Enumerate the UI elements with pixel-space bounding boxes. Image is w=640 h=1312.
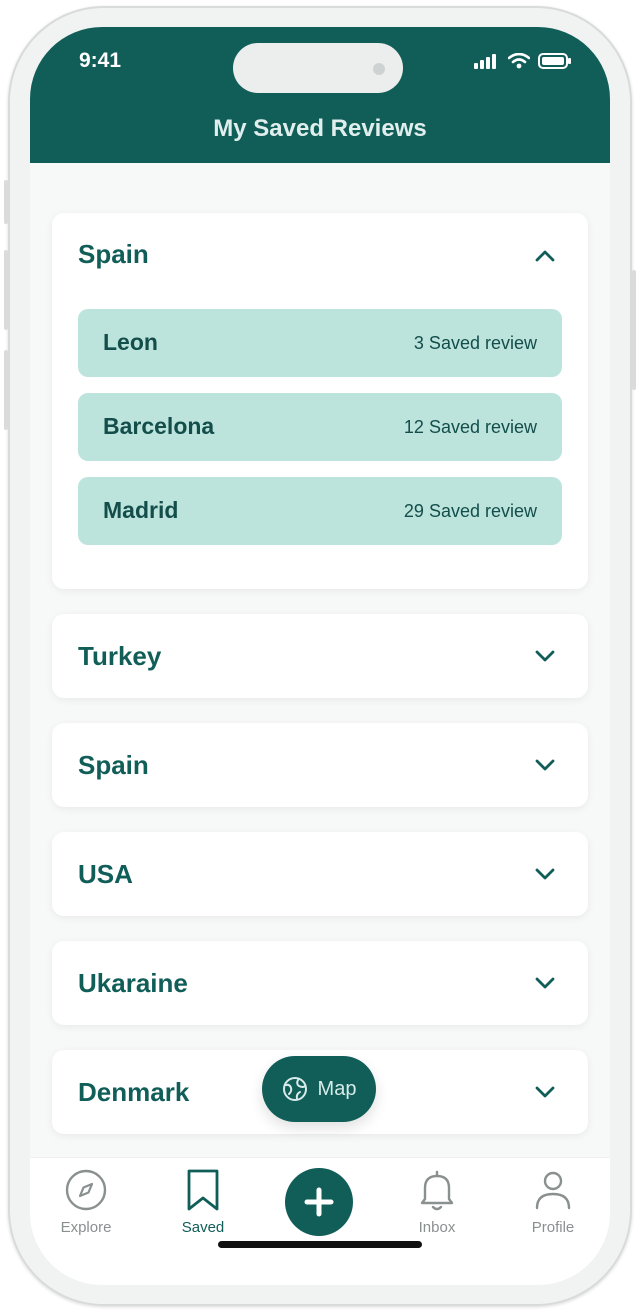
tab-saved[interactable]: Saved [158,1168,248,1236]
dynamic-island [233,43,403,93]
screen: 9:41 My Saved Reviews Spain Leon 3 Saved… [30,27,610,1285]
add-button[interactable] [285,1168,353,1236]
country-card-turkey[interactable]: Turkey [52,614,588,698]
map-button-label: Map [317,1077,357,1100]
user-icon [535,1171,571,1210]
city-item-barcelona[interactable]: Barcelona 12 Saved review [78,393,562,461]
tab-explore[interactable]: Explore [41,1168,131,1236]
wifi-icon [508,53,530,69]
header: 9:41 My Saved Reviews [30,27,610,163]
tab-label: Inbox [418,1219,456,1236]
country-card-usa[interactable]: USA [52,832,588,916]
signal-icon [474,54,496,69]
globe-icon [282,1077,307,1101]
country-title: Denmark [78,1077,190,1107]
tab-bar: Explore Saved Inbox Profile [30,1157,610,1285]
city-review-count: 12 Saved review [403,417,537,437]
city-review-count: 3 Saved review [413,333,537,353]
country-card-spain[interactable]: Spain [52,723,588,807]
chevron-down-icon[interactable] [532,1079,558,1105]
chevron-down-icon[interactable] [532,752,558,778]
tab-label: Saved [181,1219,225,1236]
tab-label: Profile [531,1219,575,1236]
city-item-leon[interactable]: Leon 3 Saved review [78,309,562,377]
tab-label: Explore [60,1219,112,1236]
city-name: Madrid [103,497,179,523]
country-title: Ukaraine [78,968,188,998]
status-time: 9:41 [79,49,122,72]
content: Spain Leon 3 Saved review Barcelona 12 S… [30,163,610,1163]
city-name: Barcelona [103,413,215,439]
country-title[interactable]: Spain [78,239,149,270]
chevron-down-icon[interactable] [532,970,558,996]
map-button[interactable]: Map [262,1056,376,1122]
status-icons [474,53,572,69]
chevron-up-icon[interactable] [532,243,558,269]
tab-profile[interactable]: Profile [508,1168,598,1236]
city-item-madrid[interactable]: Madrid 29 Saved review [78,477,562,545]
side-button [4,250,8,330]
side-button [632,270,636,390]
bell-icon [420,1170,454,1211]
city-review-count: 29 Saved review [403,501,537,521]
country-title: Turkey [78,641,162,671]
country-title: USA [78,859,133,889]
home-indicator [218,1241,422,1248]
camera-icon [373,63,385,75]
plus-icon [304,1187,334,1217]
side-button [4,180,8,224]
country-card-expanded: Spain Leon 3 Saved review Barcelona 12 S… [52,213,588,589]
side-button [4,350,8,430]
chevron-down-icon[interactable] [532,861,558,887]
page-title: My Saved Reviews [213,115,427,142]
chevron-down-icon[interactable] [532,643,558,669]
battery-icon [538,53,571,69]
country-card-ukaraine[interactable]: Ukaraine [52,941,588,1025]
city-name: Leon [103,329,158,355]
compass-icon [65,1169,107,1211]
country-title: Spain [78,750,149,780]
bookmark-icon [187,1169,219,1211]
tab-inbox[interactable]: Inbox [392,1168,482,1236]
